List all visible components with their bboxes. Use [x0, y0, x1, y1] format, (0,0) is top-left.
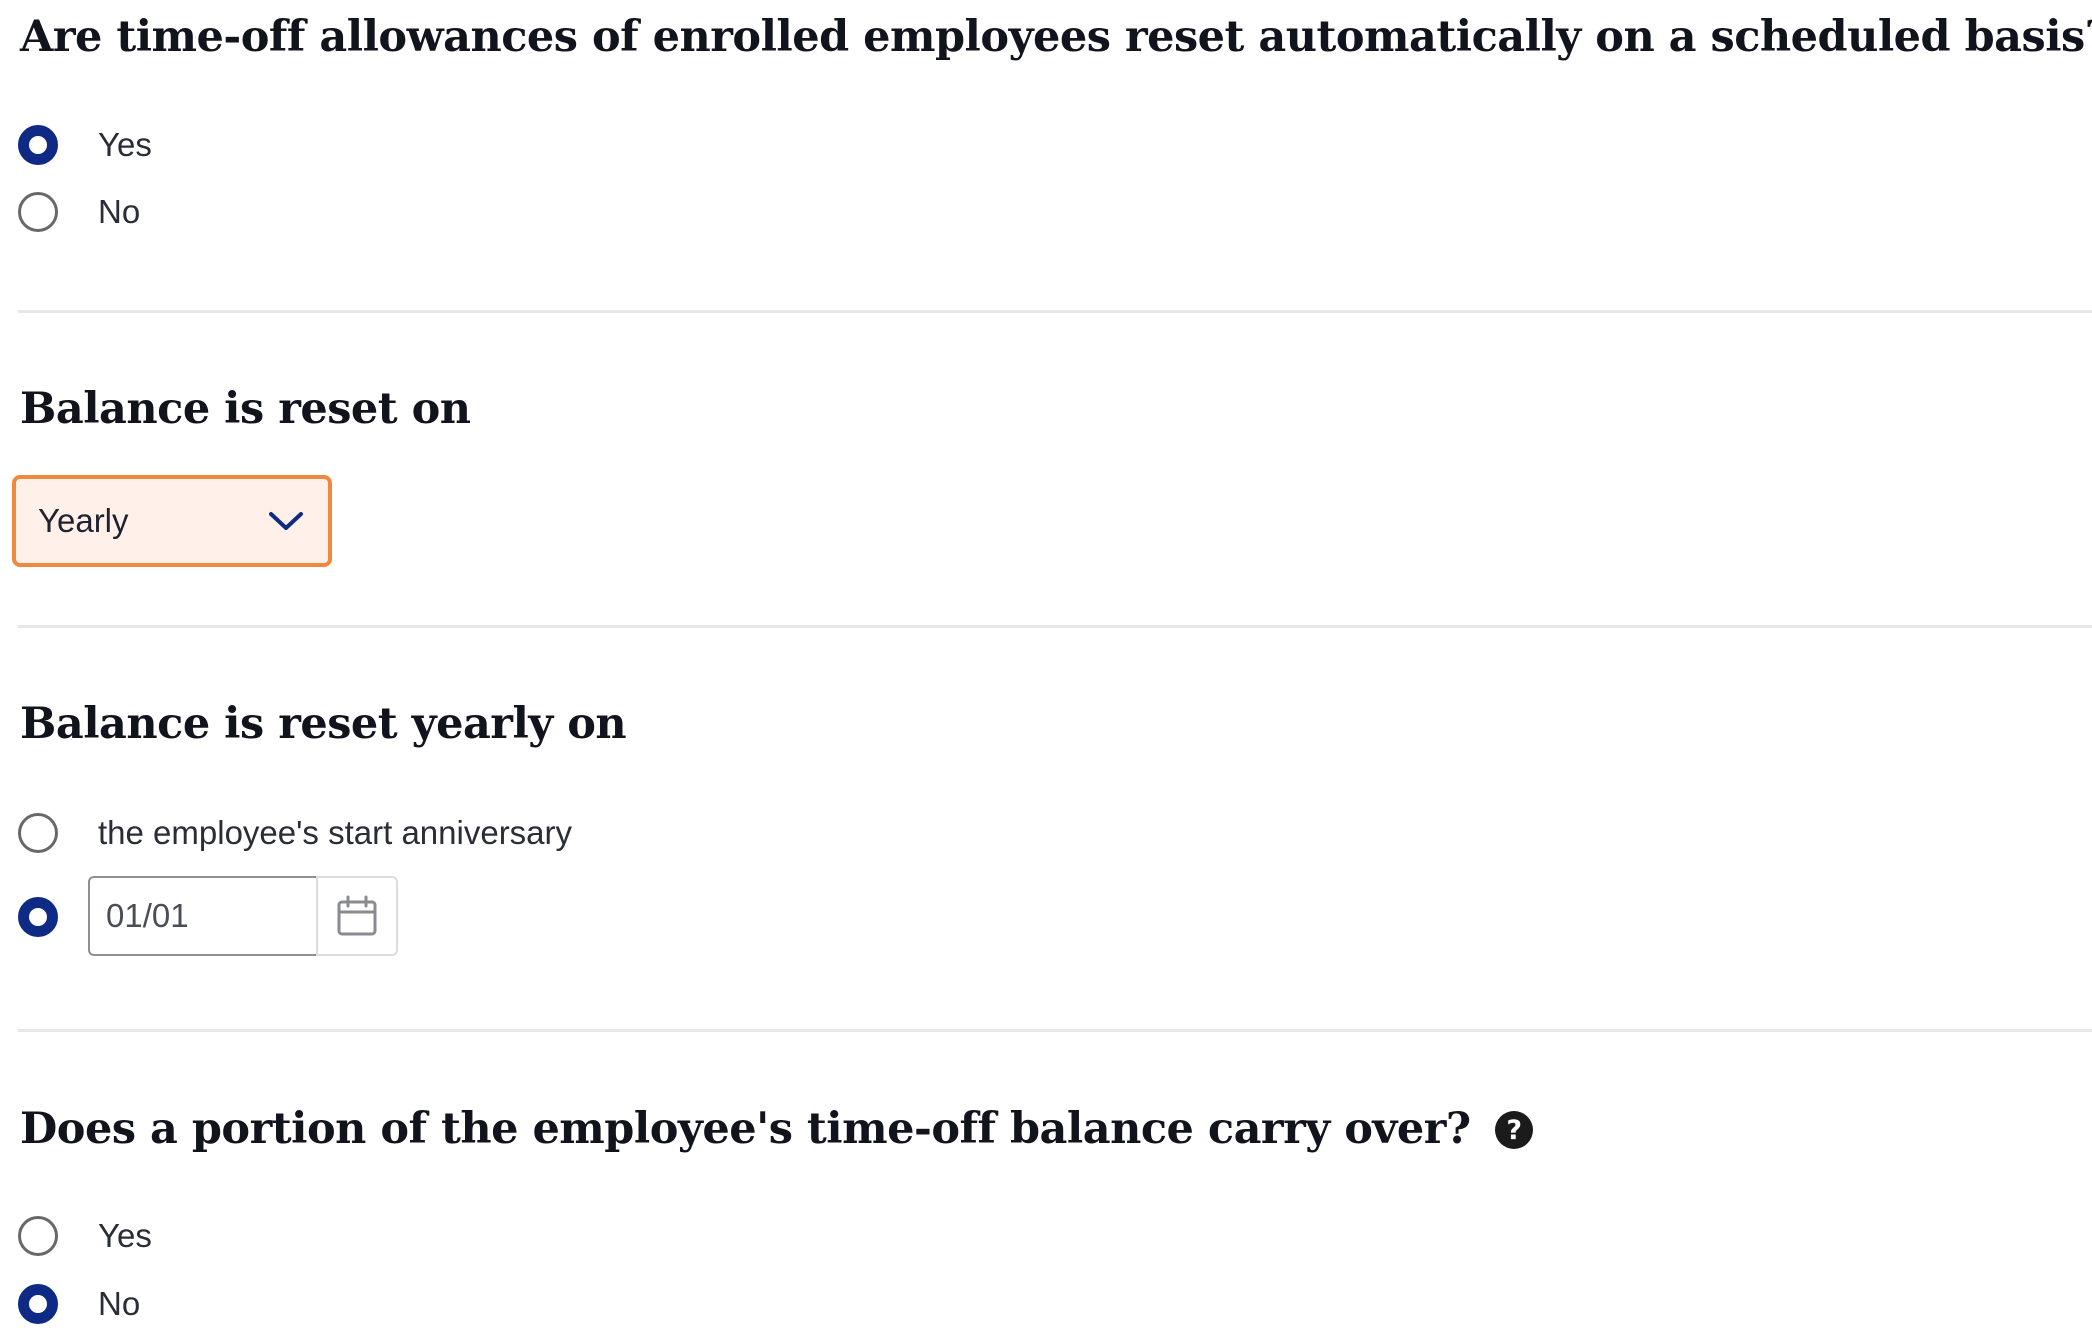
reset-date-title-text: Balance is reset yearly on: [20, 699, 627, 749]
reset-frequency-section: Balance is reset on Yearly: [12, 320, 2092, 620]
auto-reset-no-option[interactable]: No: [18, 190, 140, 234]
auto-reset-question-title: Are time-off allowances of enrolled empl…: [20, 16, 2092, 59]
carry-over-no-radio[interactable]: [18, 1284, 58, 1324]
reset-fixed-date-radio[interactable]: [18, 897, 58, 937]
auto-reset-question: Are time-off allowances of enrolled empl…: [18, 0, 2092, 240]
auto-reset-yes-label: Yes: [98, 126, 152, 163]
carry-over-yes-option[interactable]: Yes: [18, 1214, 152, 1258]
reset-frequency-select[interactable]: Yearly: [12, 475, 332, 567]
reset-frequency-select-value: Yearly: [38, 502, 129, 539]
section-divider: [18, 625, 2092, 628]
calendar-button[interactable]: [316, 876, 398, 956]
reset-frequency-title: Balance is reset on: [20, 388, 471, 431]
carry-over-title-text: Does a portion of the employee's time-of…: [20, 1104, 1471, 1154]
carry-over-yes-radio[interactable]: [18, 1216, 58, 1256]
auto-reset-yes-radio[interactable]: [18, 125, 58, 165]
auto-reset-question-text: Are time-off allowances of enrolled empl…: [20, 12, 2092, 62]
reset-anniversary-radio[interactable]: [18, 813, 58, 853]
calendar-icon: [337, 895, 377, 936]
section-divider: [18, 310, 2092, 313]
help-icon[interactable]: ?: [1494, 1110, 1533, 1149]
reset-frequency-title-text: Balance is reset on: [20, 384, 471, 434]
section-divider: [18, 1029, 2092, 1032]
carry-over-title: Does a portion of the employee's time-of…: [20, 1108, 1533, 1151]
reset-anniversary-option[interactable]: the employee's start anniversary: [18, 811, 572, 855]
reset-date-input[interactable]: 01/01: [88, 876, 316, 956]
question-mark-icon: ?: [1506, 1115, 1522, 1146]
carry-over-no-option[interactable]: No: [18, 1282, 140, 1326]
reset-date-picker[interactable]: 01/01: [88, 876, 398, 956]
svg-text:?: ?: [1506, 1115, 1521, 1146]
carry-over-no-label: No: [98, 1285, 141, 1322]
reset-date-title: Balance is reset yearly on: [20, 699, 627, 749]
auto-reset-yes-option[interactable]: Yes: [18, 123, 152, 167]
reset-date-value: 01/01: [106, 897, 189, 934]
auto-reset-no-radio[interactable]: [18, 192, 58, 232]
reset-date-section: Balance is reset yearly on the employee'…: [18, 635, 2092, 1025]
reset-anniversary-label: the employee's start anniversary: [98, 814, 573, 851]
chevron-down-icon: [269, 512, 303, 530]
auto-reset-no-label: No: [98, 193, 141, 230]
carry-over-question: Does a portion of the employee's time-of…: [18, 1040, 2092, 1340]
carry-over-yes-label: Yes: [98, 1217, 152, 1254]
reset-fixed-date-option[interactable]: [18, 895, 58, 939]
